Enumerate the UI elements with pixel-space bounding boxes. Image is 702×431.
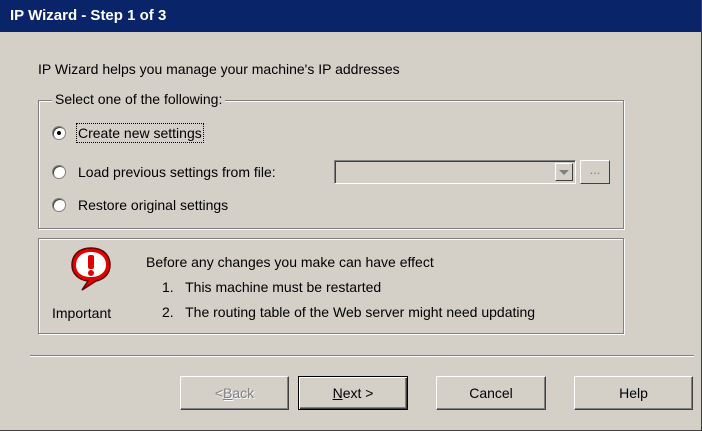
settings-file-combobox[interactable]: [334, 160, 576, 184]
ip-wizard-dialog: IP Wizard - Step 1 of 3 IP Wizard helps …: [0, 0, 702, 431]
notice-item-1: 1. This machine must be restarted: [162, 279, 381, 295]
next-button[interactable]: Next >: [298, 376, 408, 410]
back-mnemonic: B: [223, 385, 233, 401]
notice-item-number: 1.: [162, 279, 174, 295]
radio-label-restore[interactable]: Restore original settings: [78, 197, 228, 213]
next-rest: ext >: [342, 385, 374, 401]
back-rest: ack: [232, 385, 255, 401]
notice-heading: Before any changes you make can have eff…: [146, 254, 434, 270]
notice-item-text: This machine must be restarted: [185, 279, 382, 295]
notice-item-text: The routing table of the Web server migh…: [185, 304, 536, 320]
intro-text: IP Wizard helps you manage your machine'…: [38, 61, 400, 77]
help-button[interactable]: Help: [574, 376, 693, 410]
notice-item-number: 2.: [162, 304, 174, 320]
cancel-button[interactable]: Cancel: [436, 376, 546, 410]
radio-button[interactable]: [52, 198, 66, 212]
back-prefix: <: [214, 385, 224, 401]
radio-restore-original-settings[interactable]: Restore original settings: [52, 197, 228, 213]
radio-load-previous-settings[interactable]: Load previous settings from file:: [52, 164, 276, 180]
dropdown-button[interactable]: [555, 163, 573, 181]
notice-item-2: 2. The routing table of the Web server m…: [162, 304, 535, 320]
separator-line: [30, 355, 694, 357]
window-title: IP Wizard - Step 1 of 3: [0, 0, 701, 32]
exclamation-balloon-icon: [71, 247, 111, 291]
radio-button[interactable]: [52, 165, 66, 179]
radio-label-create[interactable]: Create new settings: [76, 123, 204, 143]
important-label: Important: [52, 305, 112, 321]
radio-label-load[interactable]: Load previous settings from file:: [78, 164, 276, 180]
radio-button-selected[interactable]: [52, 126, 66, 140]
next-mnemonic: N: [332, 385, 343, 401]
back-button[interactable]: < Back: [180, 376, 289, 410]
radio-create-new-settings[interactable]: Create new settings: [52, 123, 204, 143]
options-group-legend: Select one of the following:: [52, 91, 226, 107]
browse-button[interactable]: ...: [580, 160, 610, 184]
chevron-down-icon: [559, 169, 569, 175]
